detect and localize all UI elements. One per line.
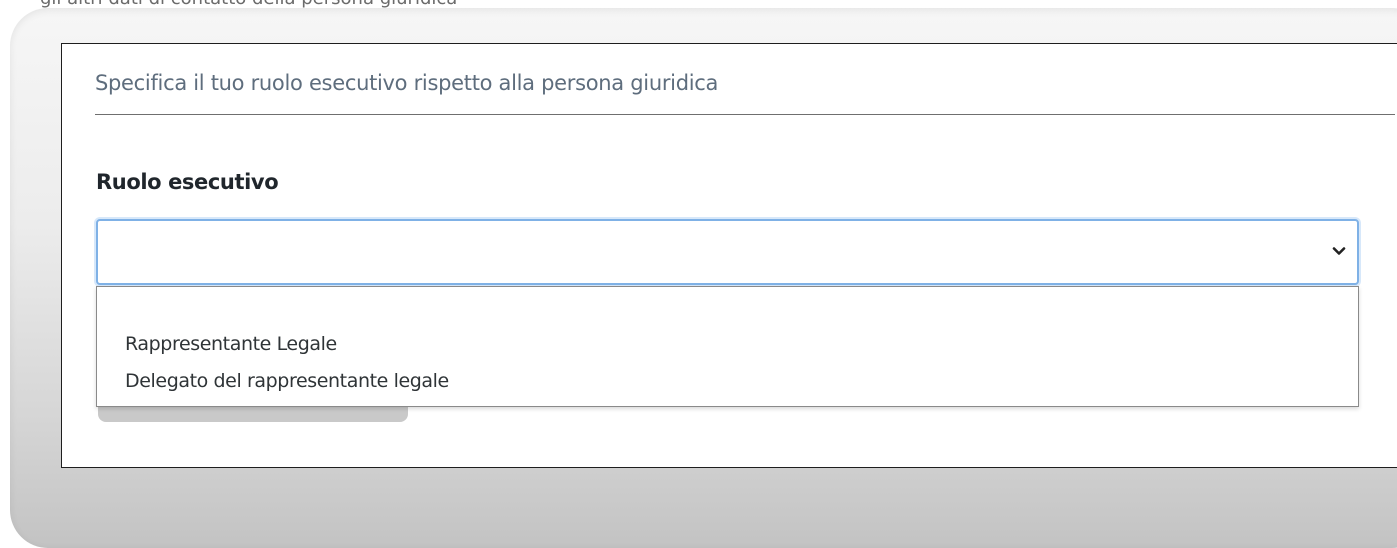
form-panel: Specifica il tuo ruolo esecutivo rispett… — [61, 43, 1397, 468]
option-rappresentante-legale[interactable]: Rappresentante Legale — [125, 333, 337, 355]
option-empty[interactable] — [125, 297, 1325, 323]
option-delegato-rappresentante[interactable]: Delegato del rappresentante legale — [125, 370, 449, 392]
role-field-label: Ruolo esecutivo — [96, 170, 279, 194]
section-heading: Specifica il tuo ruolo esecutivo rispett… — [95, 71, 719, 95]
role-options-list: Rappresentante Legale Delegato del rappr… — [96, 286, 1359, 407]
chevron-down-icon[interactable] — [1331, 243, 1347, 259]
role-select[interactable] — [96, 219, 1359, 285]
section-divider — [95, 114, 1395, 115]
